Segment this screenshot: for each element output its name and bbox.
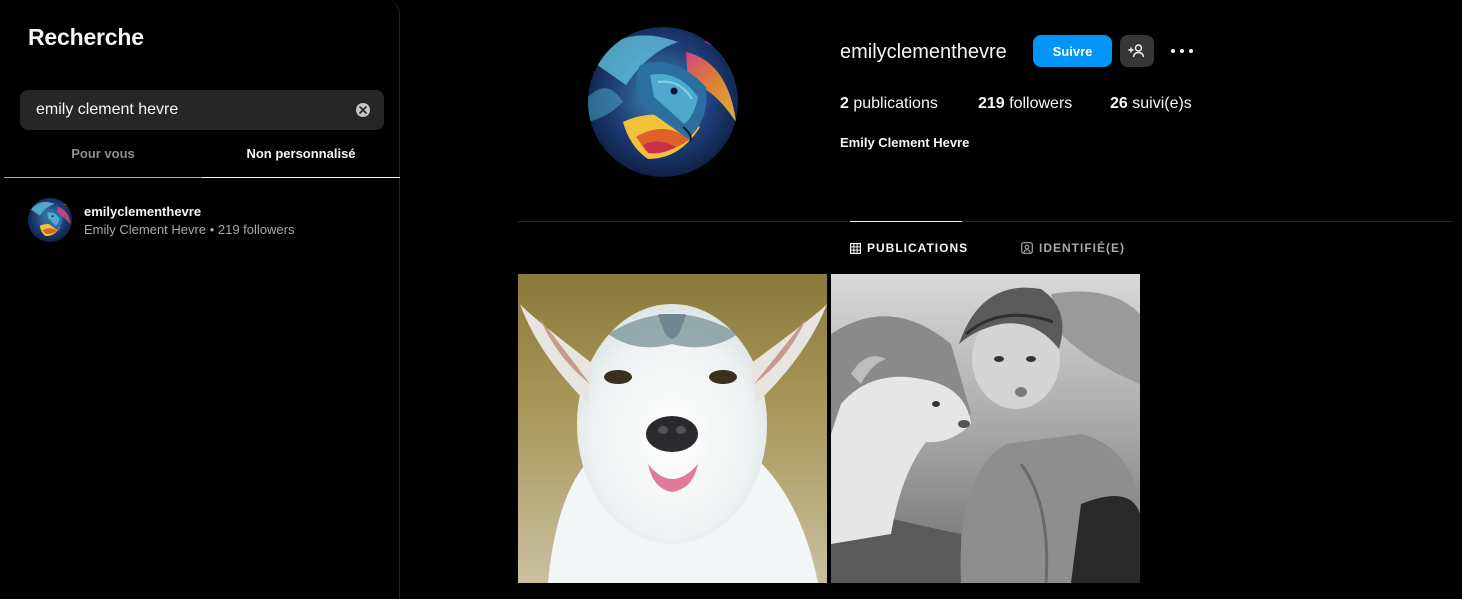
add-person-icon (1128, 44, 1145, 58)
more-dot (1189, 49, 1193, 53)
following-link[interactable]: 26 suivi(e)s (1110, 95, 1192, 113)
posts-count: 2 publications (840, 95, 938, 113)
woman-with-goat-photo-icon (831, 274, 1140, 583)
post-thumbnail-goat[interactable] (518, 274, 827, 583)
search-input[interactable] (36, 90, 346, 130)
horse-painting-avatar-icon (28, 198, 72, 242)
followers-count-value: 219 (978, 95, 1005, 112)
search-box[interactable] (20, 90, 384, 130)
close-icon (359, 106, 367, 114)
result-avatar (28, 198, 72, 242)
horse-painting-avatar-icon (588, 27, 738, 177)
profile-full-name: Emily Clement Hevre (840, 135, 970, 150)
following-count-value: 26 (1110, 95, 1128, 112)
following-label: suivi(e)s (1127, 95, 1192, 112)
tagged-person-icon (1021, 242, 1033, 254)
result-username: emilyclementhevre (84, 204, 202, 219)
tab-publications[interactable]: PUBLICATIONS (850, 221, 967, 273)
followers-label: followers (1004, 95, 1073, 112)
app-root: Recherche Pour vous Non personnalisé (0, 0, 1462, 599)
search-title: Recherche (28, 24, 144, 50)
tab-pour-vous[interactable]: Pour vous (4, 134, 202, 177)
search-tabs: Pour vous Non personnalisé (4, 134, 400, 178)
more-options-icon[interactable] (1168, 40, 1198, 62)
follow-button[interactable]: Suivre (1033, 35, 1112, 67)
search-result-item[interactable]: emilyclementhevre Emily Clement Hevre • … (20, 192, 390, 248)
clear-search-button[interactable] (356, 103, 370, 117)
posts-count-value: 2 (840, 95, 849, 112)
goat-kid-photo-icon (518, 274, 827, 583)
profile-divider (518, 221, 1453, 222)
more-dot (1180, 49, 1184, 53)
posts-count-label: publications (848, 95, 938, 112)
more-dot (1171, 49, 1175, 53)
post-thumbnail-woman-goat[interactable] (831, 274, 1140, 583)
search-panel: Recherche Pour vous Non personnalisé (0, 0, 400, 599)
grid-icon (850, 243, 862, 255)
tab-publications-label: PUBLICATIONS (867, 241, 969, 255)
profile-avatar[interactable] (588, 27, 738, 177)
result-subtitle: Emily Clement Hevre • 219 followers (84, 222, 295, 237)
profile-username: emilyclementhevre (840, 41, 1007, 63)
tab-tagged[interactable]: IDENTIFIÉ(E) (1021, 221, 1125, 273)
suggested-accounts-button[interactable] (1120, 35, 1154, 67)
tab-tagged-label: IDENTIFIÉ(E) (1039, 241, 1125, 255)
tab-non-personnalise[interactable]: Non personnalisé (202, 134, 400, 178)
followers-link[interactable]: 219 followers (978, 95, 1072, 113)
